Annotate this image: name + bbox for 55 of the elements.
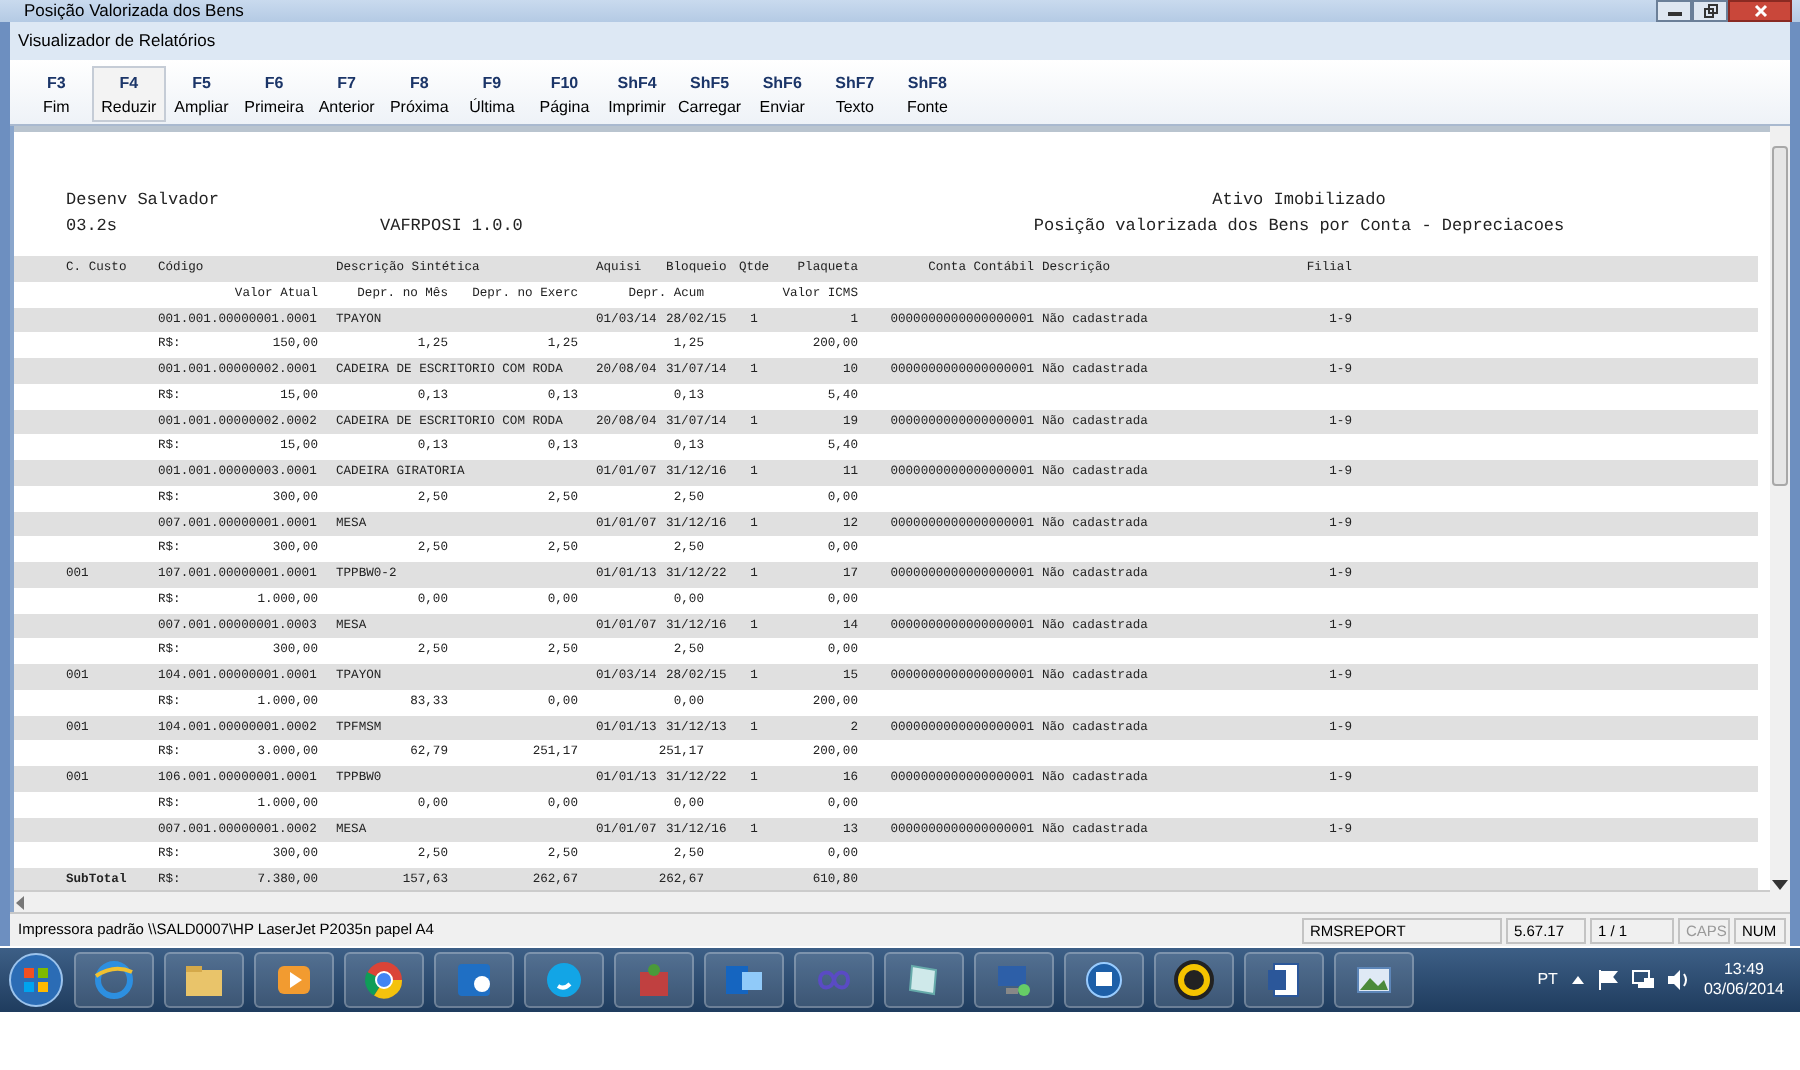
taskbar-button[interactable] [1334,952,1414,1008]
restore-button[interactable] [1692,0,1728,22]
restore-icon [1703,4,1717,18]
flag-icon[interactable] [1597,970,1618,990]
toolbar-button[interactable]: F7 Anterior [310,66,383,122]
taskbar-button[interactable] [74,952,154,1008]
toolbar-button[interactable]: ShF5 Carregar [673,66,746,122]
report-title: Ativo Imobilizado [1210,188,1388,214]
speaker-icon[interactable] [1667,970,1690,990]
toolbar-button[interactable]: ShF4 Imprimir [600,66,674,122]
toolbar-button[interactable]: ShF6 Enviar [745,66,819,122]
close-button[interactable] [1728,0,1792,22]
taskbar-button[interactable] [1244,952,1324,1008]
report-text: Desenv Salvador [66,188,222,214]
toolbar-button[interactable]: ShF7 Texto [818,66,892,122]
report-text: 03.2s [66,214,120,240]
toolbar-button[interactable]: F9 Última [455,66,529,122]
clock[interactable]: 13:49 03/06/2014 [1703,960,1784,1000]
taskbar-button[interactable] [884,952,964,1008]
taskbar-button[interactable] [164,952,244,1008]
toolbar-button[interactable]: F10 Página [528,66,601,122]
minimize-icon [1667,6,1681,16]
language-indicator[interactable]: PT [1537,968,1558,992]
folder-icon [184,960,224,1000]
taskbar-button[interactable] [344,952,424,1008]
toolbar-button[interactable]: F3 Fim [20,66,93,122]
close-icon [1753,4,1767,18]
toolbar-button[interactable]: F5 Ampliar [165,66,238,122]
taskbar-button[interactable] [434,952,514,1008]
computer-icon [994,960,1034,1000]
document-icon [1264,960,1304,1000]
minimize-button[interactable] [1656,0,1692,22]
window-title: Posição Valorizada dos Bens [24,0,244,22]
horizontal-scrollbar[interactable] [14,890,1770,912]
viewer-title: Visualizador de Relatórios [10,22,1790,60]
report-text: VAFRPOSI 1.0.0 [380,214,525,240]
report-subtitle: Posição valorizada dos Bens por Conta - Depreciacoes [1031,214,1567,240]
vertical-scrollbar[interactable] [1770,126,1790,912]
up-arrow-icon[interactable] [1571,976,1584,984]
taskbar-button[interactable] [704,952,784,1008]
start-orb-icon[interactable] [8,952,64,1008]
round-colored-icon [364,960,404,1000]
toolbar-button[interactable]: ShF8 Fonte [891,66,964,122]
taskbar-button[interactable] [254,952,334,1008]
play-icon [274,960,314,1000]
scroll-left-icon[interactable] [14,895,26,909]
network-icon[interactable] [1631,970,1654,990]
globe-icon [94,960,134,1000]
toolbar-button[interactable]: F6 Primeira [237,66,311,122]
scroll-down-icon[interactable] [1772,880,1788,890]
toolbar-button[interactable]: F8 Próxima [382,66,456,122]
taskbar-button[interactable] [1154,952,1234,1008]
toolbar-button[interactable]: F4 Reduzir [92,66,166,122]
scroll-thumb[interactable] [1772,146,1788,486]
taskbar-button[interactable] [1064,952,1144,1008]
